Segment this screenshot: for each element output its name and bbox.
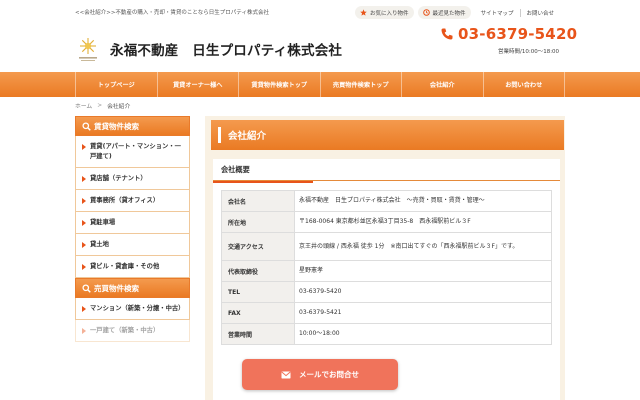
page-title: 会社紹介: [228, 131, 267, 142]
sidebar-item-label: 賃貸(アパート・マンション・一戸建て): [90, 143, 181, 160]
sitemap-link[interactable]: サイトマップ: [475, 9, 520, 17]
company-logo[interactable]: [77, 36, 99, 62]
sale-search-heading: 売買物件検索: [75, 278, 190, 298]
arrow-right-icon: [82, 328, 86, 334]
sidebar-item-label: 貸店舗（テナント）: [90, 175, 147, 182]
sidebar-item-rental-office[interactable]: 賃事務所（貸オフィス）: [75, 190, 190, 212]
rental-search-heading-label: 賃貸物件検索: [94, 121, 139, 131]
email-inquiry-button[interactable]: メールでお問合せ: [242, 359, 398, 390]
favorites-label: お気に入り物件: [370, 10, 409, 17]
sidebar-item-label: 賃事務所（貸オフィス）: [90, 197, 160, 204]
arrow-right-icon: [82, 176, 86, 182]
row-label: 代表取締役: [221, 260, 295, 282]
row-value: 10:00～18:00: [294, 323, 552, 345]
site-header: 永福不動産 日生プロパティ株式会社 03-6379-5420 営業時間/10:0…: [0, 20, 640, 72]
section-title-underline: [213, 181, 313, 183]
sidebar-item-rental-parking[interactable]: 貸駐車場: [75, 212, 190, 234]
arrow-right-icon: [82, 242, 86, 248]
business-hours: 営業時間/10:00～18:00: [498, 49, 560, 55]
contact-link[interactable]: お問い合せ: [519, 8, 561, 17]
utility-bar: <<会社紹介>>不動産の購入・売却・賃貸のことなら日生プロパティ株式会社 お気に…: [0, 0, 640, 20]
table-row: 所在地 〒168-0064 東京都杉並区永福3丁目35-8 西永福駅前ビル３F: [221, 211, 552, 233]
sale-search-heading-label: 売買物件検索: [94, 283, 139, 293]
main-content: 会社紹介 会社概要 会社名 永福不動産 日生プロパティ株式会社 ～売貸・買取・賃…: [205, 116, 565, 400]
table-row: FAX 03-6379-5421: [221, 302, 552, 324]
mail-icon: [281, 371, 291, 379]
company-name[interactable]: 永福不動産 日生プロパティ株式会社: [110, 39, 342, 59]
sidebar-item-label: 一戸建て（新築・中古）: [90, 327, 160, 334]
breadcrumb-home[interactable]: ホーム: [75, 101, 92, 110]
table-row: 会社名 永福不動産 日生プロパティ株式会社 ～売貸・買取・賃貸・管理～: [221, 190, 552, 212]
row-label: 営業時間: [221, 323, 295, 345]
phone-number[interactable]: 03-6379-5420: [440, 25, 577, 43]
search-icon: [82, 121, 91, 131]
breadcrumb: ホーム > 会社紹介: [75, 101, 131, 111]
nav-item-sale-search[interactable]: 売買物件検索トップ: [319, 72, 402, 97]
sidebar-item-sale-mansion[interactable]: マンション（新築・分譲・中古）: [75, 298, 190, 320]
breadcrumb-current: 会社紹介: [107, 104, 131, 110]
row-label: 所在地: [221, 211, 295, 233]
sidebar-item-rental-land[interactable]: 貸土地: [75, 234, 190, 256]
table-row: TEL 03-6379-5420: [221, 281, 552, 303]
history-icon: [422, 9, 430, 16]
row-label: 交通アクセス: [221, 232, 295, 261]
nav-item-company[interactable]: 会社紹介: [401, 72, 483, 97]
utility-links: お気に入り物件 最近見た物件 サイトマップ お問い合せ: [355, 6, 560, 19]
star-icon: [360, 9, 367, 16]
recent-button[interactable]: 最近見た物件: [417, 6, 471, 19]
search-icon: [82, 283, 91, 293]
arrow-right-icon: [82, 306, 86, 312]
section-title: 会社概要: [213, 159, 560, 181]
row-value: 京王井の頭線 / 西永福 徒歩 1分 ※南口出てすぐの「西永福駅前ビル３F」です…: [294, 232, 552, 261]
nav-item-rental-search[interactable]: 賃貸物件検索トップ: [238, 72, 320, 97]
row-value: 03-6379-5421: [294, 302, 552, 324]
arrow-right-icon: [82, 264, 86, 270]
sidebar-item-sale-house[interactable]: 一戸建て（新築・中古）: [75, 320, 190, 342]
row-label: FAX: [221, 302, 295, 324]
arrow-right-icon: [82, 144, 86, 150]
nav-item-owners[interactable]: 賃貸オーナー様へ: [156, 72, 239, 97]
table-row: 交通アクセス 京王井の頭線 / 西永福 徒歩 1分 ※南口出てすぐの「西永福駅前…: [221, 232, 552, 261]
site-tagline: <<会社紹介>>不動産の購入・売却・賃貸のことなら日生プロパティ株式会社: [75, 10, 269, 16]
row-value: 〒168-0064 東京都杉並区永福3丁目35-8 西永福駅前ビル３F: [294, 211, 552, 233]
arrow-right-icon: [82, 220, 86, 226]
company-info-table: 会社名 永福不動産 日生プロパティ株式会社 ～売貸・買取・賃貸・管理～ 所在地 …: [221, 190, 552, 345]
title-accent-bar: [218, 127, 221, 143]
sidebar-item-label: 貸駐車場: [90, 219, 116, 226]
table-row: 営業時間 10:00～18:00: [221, 323, 552, 345]
arrow-right-icon: [82, 198, 86, 204]
sidebar-item-label: 貸土地: [90, 241, 109, 248]
sidebar-item-rental-residential[interactable]: 賃貸(アパート・マンション・一戸建て): [75, 136, 190, 168]
row-label: TEL: [221, 281, 295, 303]
recent-label: 最近見た物件: [432, 10, 466, 17]
sidebar-item-label: 貸ビル・貸倉庫・その他: [90, 263, 160, 270]
phone-icon: [440, 27, 454, 41]
breadcrumb-separator: >: [97, 102, 103, 109]
row-value: 星野憲孝: [294, 260, 552, 282]
rental-search-heading: 賃貸物件検索: [75, 116, 190, 136]
email-inquiry-label: メールでお問合せ: [299, 370, 359, 379]
sidebar-item-rental-other[interactable]: 貸ビル・貸倉庫・その他: [75, 256, 190, 278]
nav-item-contact[interactable]: お問い合わせ: [482, 72, 565, 97]
row-value: 永福不動産 日生プロパティ株式会社 ～売貸・買取・賃貸・管理～: [294, 190, 552, 212]
row-value: 03-6379-5420: [294, 281, 552, 303]
favorites-button[interactable]: お気に入り物件: [355, 6, 414, 19]
nav-item-top[interactable]: トップページ: [75, 72, 157, 97]
row-label: 会社名: [221, 190, 295, 212]
global-nav: トップページ 賃貸オーナー様へ 賃貸物件検索トップ 売買物件検索トップ 会社紹介…: [0, 72, 640, 97]
sidebar-item-rental-store[interactable]: 貸店舗（テナント）: [75, 168, 190, 190]
table-row: 代表取締役 星野憲孝: [221, 260, 552, 282]
sidebar: 賃貸物件検索 賃貸(アパート・マンション・一戸建て) 貸店舗（テナント） 賃事務…: [75, 116, 190, 400]
phone-number-text: 03-6379-5420: [458, 25, 578, 43]
sidebar-item-label: マンション（新築・分譲・中古）: [90, 305, 185, 312]
page-title-bar: 会社紹介: [211, 120, 564, 150]
